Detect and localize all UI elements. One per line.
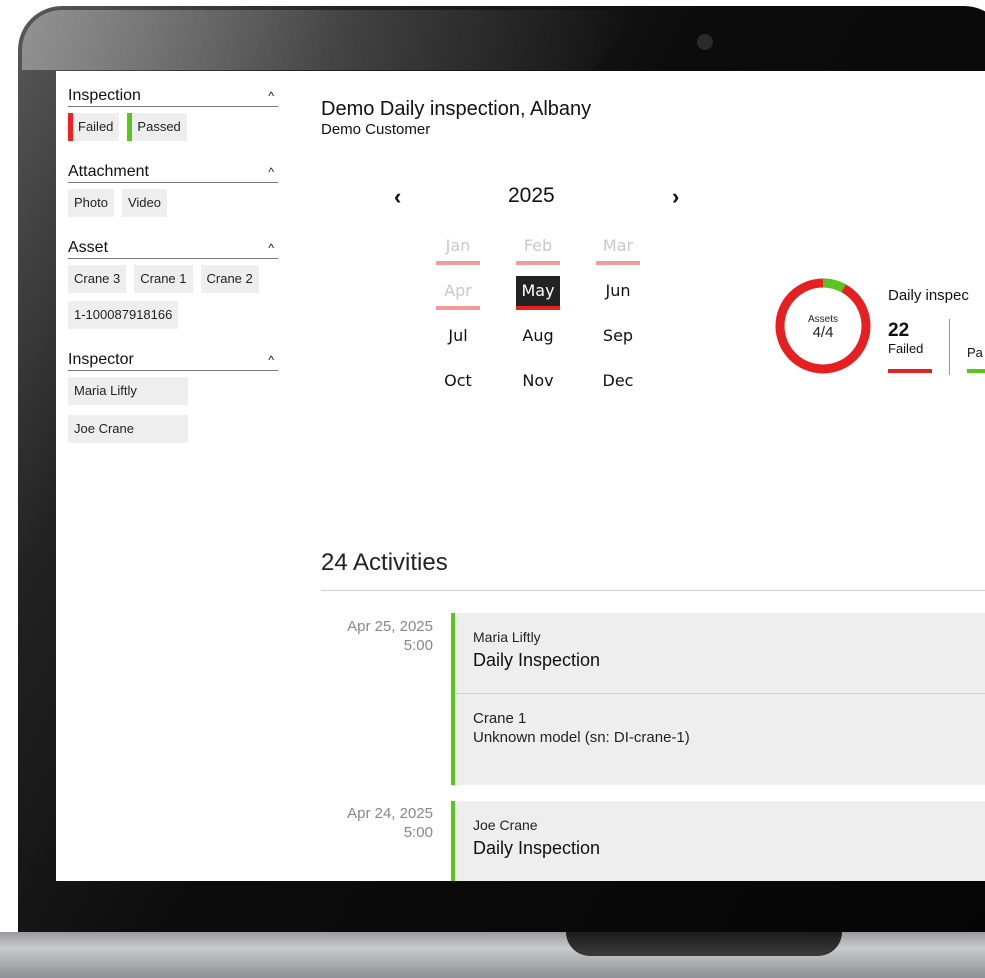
filter-title: Asset <box>68 239 109 256</box>
filter-chip-asset-serial[interactable]: 1-100087918166 <box>68 301 179 329</box>
month-grid: Jan Feb Mar Apr May Jun Jul Aug Sep Oct … <box>418 231 658 411</box>
app-screen: Inspection ^ Failed Passed Attachment ^ … <box>56 71 985 881</box>
activities-heading: 24 Activities <box>321 549 448 576</box>
month-jan[interactable]: Jan <box>436 231 480 265</box>
month-feb[interactable]: Feb <box>516 231 560 265</box>
month-oct[interactable]: Oct <box>436 366 480 396</box>
activities-divider <box>321 590 985 591</box>
failed-stat[interactable]: 22 Failed <box>888 320 924 357</box>
month-mar[interactable]: Mar <box>596 231 640 265</box>
filter-title: Inspector <box>68 351 134 368</box>
filter-header-asset[interactable]: Asset ^ <box>68 239 278 259</box>
month-jul[interactable]: Jul <box>436 321 480 351</box>
donut-value: 4/4 <box>812 324 834 341</box>
collapse-caret-icon[interactable]: ^ <box>268 353 278 367</box>
filter-chip-crane-3[interactable]: Crane 3 <box>68 265 127 293</box>
failed-count: 22 <box>888 320 910 341</box>
month-apr[interactable]: Apr <box>436 276 480 310</box>
filter-group-asset: Asset ^ Crane 3 Crane 1 Crane 2 1-100087… <box>68 239 278 329</box>
filter-group-inspector: Inspector ^ Maria Liftly Joe Crane <box>68 351 278 443</box>
activity-timestamp: Apr 25, 2025 5:00 <box>311 617 433 655</box>
month-sep[interactable]: Sep <box>596 321 640 351</box>
failed-indicator-bar <box>888 369 932 373</box>
filter-chip-failed[interactable]: Failed <box>68 113 120 141</box>
activity-date: Apr 25, 2025 <box>347 618 433 635</box>
collapse-caret-icon[interactable]: ^ <box>268 165 278 179</box>
month-may[interactable]: May <box>516 276 560 310</box>
passed-indicator-bar <box>967 369 985 373</box>
filter-chip-video[interactable]: Video <box>121 189 167 217</box>
page-title: Demo Daily inspection, Albany <box>321 98 592 120</box>
filter-chip-maria-liftly[interactable]: Maria Liftly <box>68 377 188 405</box>
activity-date: Apr 24, 2025 <box>347 805 433 822</box>
filter-chip-passed[interactable]: Passed <box>127 113 187 141</box>
customer-name: Demo Customer <box>321 121 431 138</box>
filter-group-inspection: Inspection ^ Failed Passed <box>68 87 278 141</box>
donut-center-label: Assets 4/4 <box>773 314 873 340</box>
filter-chip-crane-1[interactable]: Crane 1 <box>134 265 193 293</box>
prev-year-chevron-icon[interactable]: ‹ <box>394 184 401 210</box>
laptop-hinge-notch <box>566 932 842 956</box>
activity-type: Daily Inspection <box>473 838 601 858</box>
activity-time: 5:00 <box>403 637 433 654</box>
screen-glare <box>22 10 642 70</box>
stat-divider <box>949 319 950 375</box>
activity-card[interactable]: Maria Liftly Daily Inspection Crane 1 Un… <box>451 613 985 785</box>
filter-chip-crane-2[interactable]: Crane 2 <box>200 265 259 293</box>
collapse-caret-icon[interactable]: ^ <box>268 89 278 103</box>
filter-sidebar: Inspection ^ Failed Passed Attachment ^ … <box>68 87 278 465</box>
filter-header-inspection[interactable]: Inspection ^ <box>68 87 278 107</box>
month-aug[interactable]: Aug <box>516 321 560 351</box>
camera-icon <box>697 34 713 50</box>
month-nov[interactable]: Nov <box>516 366 560 396</box>
filter-chip-joe-crane[interactable]: Joe Crane <box>68 415 188 443</box>
activity-asset-model: Unknown model (sn: DI-crane-1) <box>473 729 690 746</box>
activity-time: 5:00 <box>403 824 433 841</box>
month-jun[interactable]: Jun <box>596 276 640 306</box>
activity-type: Daily Inspection <box>473 650 601 670</box>
next-year-chevron-icon[interactable]: › <box>672 184 679 210</box>
collapse-caret-icon[interactable]: ^ <box>268 241 278 255</box>
passed-label[interactable]: Pa <box>967 345 983 360</box>
activity-card[interactable]: Joe Crane Daily Inspection <box>451 801 985 881</box>
activity-inspector: Joe Crane <box>473 817 538 833</box>
activity-inspector: Maria Liftly <box>473 629 541 645</box>
filter-title: Inspection <box>68 87 141 104</box>
filter-chip-photo[interactable]: Photo <box>68 189 114 217</box>
failed-label: Failed <box>888 341 924 356</box>
filter-header-inspector[interactable]: Inspector ^ <box>68 351 278 371</box>
month-dec[interactable]: Dec <box>596 366 640 396</box>
filter-group-attachment: Attachment ^ Photo Video <box>68 163 278 217</box>
filter-header-attachment[interactable]: Attachment ^ <box>68 163 278 183</box>
activity-asset: Crane 1 <box>473 710 527 727</box>
summary-title: Daily inspec <box>888 287 969 304</box>
filter-title: Attachment <box>68 163 149 180</box>
calendar-year: 2025 <box>508 184 555 207</box>
activity-timestamp: Apr 24, 2025 5:00 <box>311 804 433 842</box>
